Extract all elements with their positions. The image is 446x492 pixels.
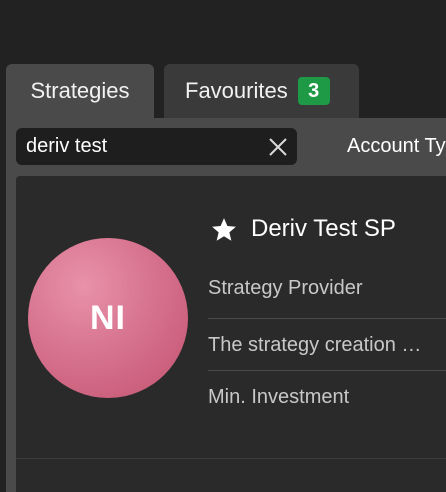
search-box[interactable] <box>16 128 297 165</box>
row-divider <box>208 370 446 371</box>
strategy-name[interactable]: Deriv Test SP <box>251 212 396 246</box>
tab-favourites-label: Favourites <box>185 78 288 103</box>
tab-favourites[interactable]: Favourites 3 <box>164 64 359 118</box>
row-divider <box>208 318 446 319</box>
search-input[interactable] <box>26 128 256 165</box>
screen: Strategies Favourites 3 Account Ty NI De… <box>0 0 446 492</box>
account-type-filter[interactable]: Account Ty <box>347 128 446 165</box>
tab-strategies-label: Strategies <box>30 78 130 103</box>
min-investment-label: Min. Investment <box>208 386 350 408</box>
tab-strategies[interactable]: Strategies <box>6 64 154 118</box>
star-icon[interactable] <box>210 216 238 244</box>
favourites-count-badge: 3 <box>297 77 330 105</box>
close-icon[interactable] <box>267 136 289 158</box>
strategy-description: The strategy creation … <box>208 334 422 356</box>
strategy-role: Strategy Provider <box>208 277 363 299</box>
avatar-initials: NI <box>90 298 126 337</box>
avatar: NI <box>28 238 188 398</box>
card-divider <box>16 458 446 459</box>
